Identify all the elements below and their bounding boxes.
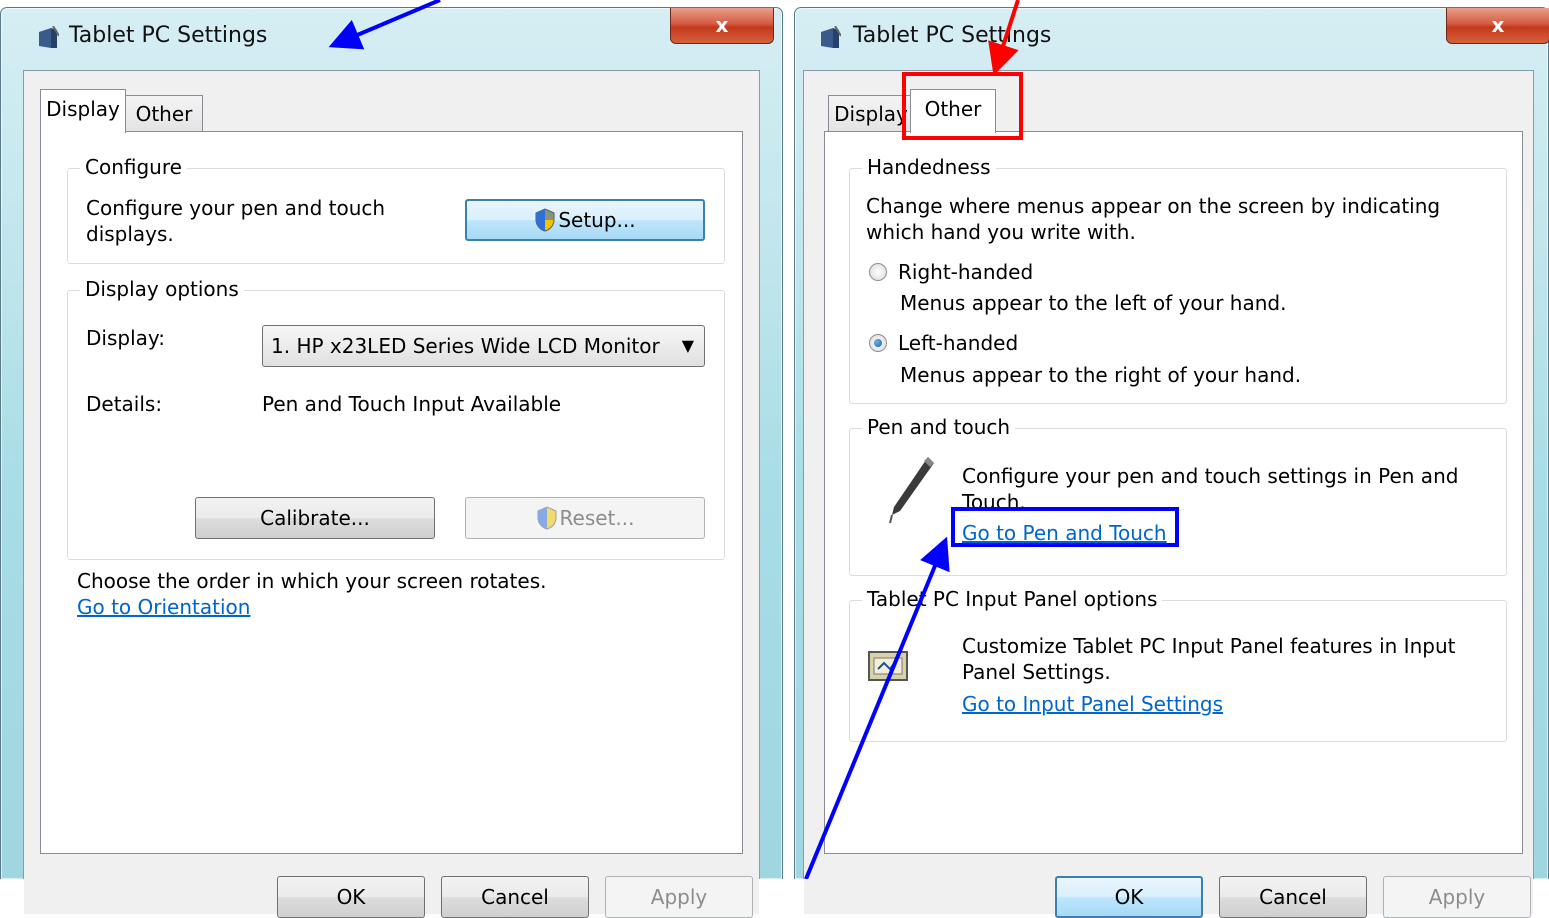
cancel-button[interactable]: Cancel <box>441 876 589 918</box>
tab-label: Other <box>135 102 193 126</box>
tab-label: Display <box>834 102 908 126</box>
dialog-client-area: Display Other Handedness Change where me… <box>803 70 1534 918</box>
pen-icon <box>889 457 934 524</box>
tab-other[interactable]: Other <box>910 89 996 133</box>
chevron-down-icon: ▼ <box>681 336 694 355</box>
details-label: Details: <box>86 392 163 416</box>
ok-button[interactable]: OK <box>277 876 425 918</box>
ok-label: OK <box>1114 885 1144 909</box>
configure-group: Configure Configure your pen and touch d… <box>67 155 725 264</box>
group-legend: Display options <box>80 277 244 301</box>
tab-other[interactable]: Other <box>125 95 203 132</box>
handedness-group: Handedness Change where menus appear on … <box>849 155 1507 404</box>
group-legend: Pen and touch <box>862 415 1016 439</box>
close-button[interactable]: x <box>1446 8 1549 44</box>
title-bar[interactable]: Tablet PC Settings x <box>1 8 782 62</box>
go-to-orientation-link[interactable]: Go to Orientation <box>77 594 250 620</box>
uac-shield-icon <box>535 208 555 232</box>
pen-touch-link-highlight-box <box>951 507 1179 547</box>
close-icon: x <box>715 13 729 37</box>
go-to-input-panel-settings-link[interactable]: Go to Input Panel Settings <box>962 691 1223 717</box>
reset-label: Reset... <box>559 506 635 530</box>
cancel-label: Cancel <box>1259 885 1327 909</box>
input-panel-icon <box>868 651 908 681</box>
tablet-pc-icon <box>39 26 59 48</box>
display-select[interactable]: 1. HP x23LED Series Wide LCD Monitor ▼ <box>262 325 705 367</box>
title-bar[interactable]: Tablet PC Settings x <box>795 8 1549 62</box>
handedness-description: Change where menus appear on the screen … <box>866 194 1441 244</box>
configure-description: Configure your pen and touch displays. <box>86 196 386 246</box>
tab-display[interactable]: Display <box>40 89 126 133</box>
apply-label: Apply <box>1428 885 1486 909</box>
tab-label: Display <box>46 97 120 121</box>
group-legend: Tablet PC Input Panel options <box>862 587 1163 611</box>
cancel-button[interactable]: Cancel <box>1219 876 1367 918</box>
ok-label: OK <box>336 885 366 909</box>
apply-button[interactable]: Apply <box>1383 876 1531 918</box>
group-legend: Handedness <box>862 155 996 179</box>
tab-panel-other: Handedness Change where menus appear on … <box>824 131 1523 854</box>
tablet-pc-icon <box>821 26 841 48</box>
tab-panel-display: Configure Configure your pen and touch d… <box>40 131 743 854</box>
display-options-group: Display options Display: 1. HP x23LED Se… <box>67 277 725 560</box>
tablet-pc-settings-window-display: Tablet PC Settings x Display Other Confi… <box>0 7 783 918</box>
left-handed-label[interactable]: Left-handed <box>898 330 1018 356</box>
dialog-client-area: Display Other Configure Configure your p… <box>23 70 760 918</box>
left-handed-description: Menus appear to the right of your hand. <box>900 363 1302 387</box>
display-select-value: 1. HP x23LED Series Wide LCD Monitor <box>271 334 660 358</box>
tab-label: Other <box>924 97 982 121</box>
window-title: Tablet PC Settings <box>853 23 1052 48</box>
close-icon: x <box>1491 13 1505 37</box>
setup-button[interactable]: Setup... <box>465 199 705 241</box>
calibrate-label: Calibrate... <box>260 506 370 530</box>
input-panel-group: Tablet PC Input Panel options Customize … <box>849 587 1507 742</box>
input-panel-description: Customize Tablet PC Input Panel features… <box>962 634 1456 684</box>
right-handed-radio[interactable] <box>869 263 887 281</box>
dialog-footer: OK Cancel Apply <box>24 854 759 918</box>
apply-button[interactable]: Apply <box>605 876 753 918</box>
right-handed-label[interactable]: Right-handed <box>898 259 1033 285</box>
setup-label: Setup... <box>558 208 636 232</box>
window-title: Tablet PC Settings <box>69 23 268 48</box>
calibrate-button[interactable]: Calibrate... <box>195 497 435 539</box>
pen-and-touch-group: Pen and touch Configure your pen and tou… <box>849 415 1507 576</box>
uac-shield-icon <box>537 506 557 530</box>
ok-button[interactable]: OK <box>1055 876 1203 918</box>
left-handed-radio[interactable] <box>869 334 887 352</box>
dialog-footer: OK Cancel Apply <box>804 854 1533 918</box>
right-handed-description: Menus appear to the left of your hand. <box>900 291 1287 315</box>
reset-button[interactable]: Reset... <box>465 497 705 539</box>
orientation-text: Choose the order in which your screen ro… <box>77 569 547 593</box>
close-button[interactable]: x <box>670 8 774 44</box>
details-value: Pen and Touch Input Available <box>262 392 562 416</box>
group-legend: Configure <box>80 155 187 179</box>
display-label: Display: <box>86 326 166 350</box>
apply-label: Apply <box>650 885 708 909</box>
cancel-label: Cancel <box>481 885 549 909</box>
